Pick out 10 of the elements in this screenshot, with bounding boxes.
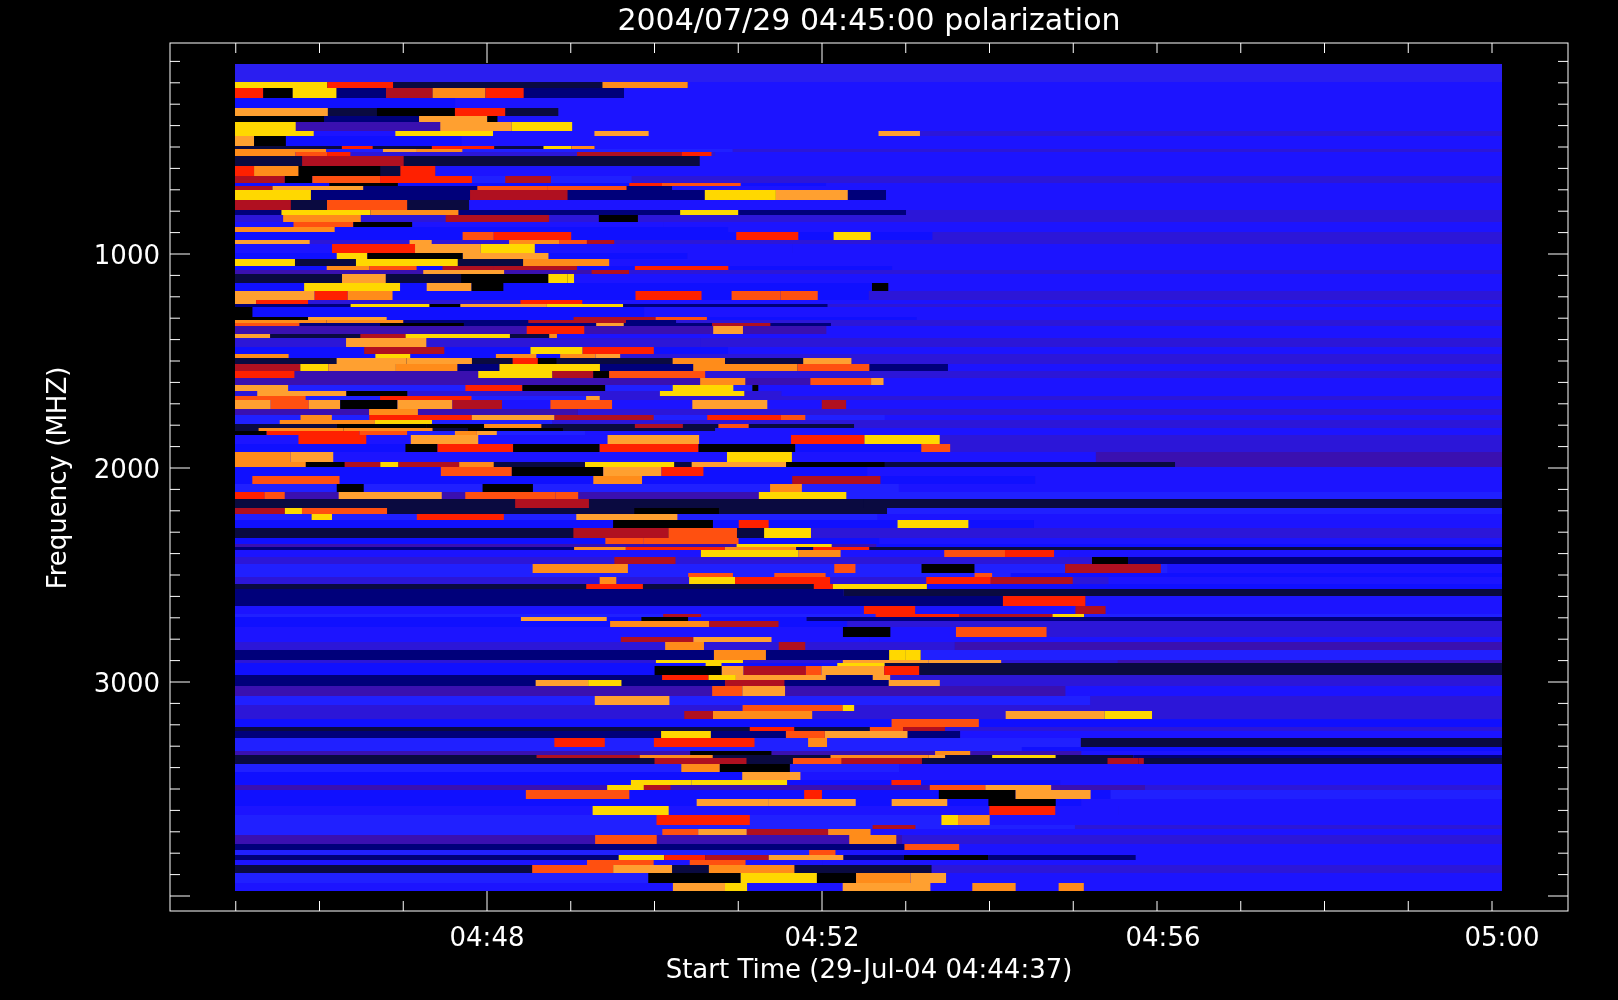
y-tick-label: 3000	[93, 668, 160, 698]
y-tick-label: 1000	[93, 240, 160, 270]
plot-title: 2004/07/29 04:45:00 polarization	[617, 2, 1121, 37]
y-axis-label: Frequency (MHZ)	[42, 366, 72, 590]
y-tick-label: 2000	[93, 454, 160, 484]
x-tick-label: 04:52	[784, 922, 860, 952]
x-axis-label: Start Time (29-Jul-04 04:44:37)	[665, 954, 1073, 984]
x-tick-label: 04:56	[1125, 922, 1201, 952]
x-tick-label: 05:00	[1464, 922, 1540, 952]
x-tick-label: 04:48	[449, 922, 525, 952]
